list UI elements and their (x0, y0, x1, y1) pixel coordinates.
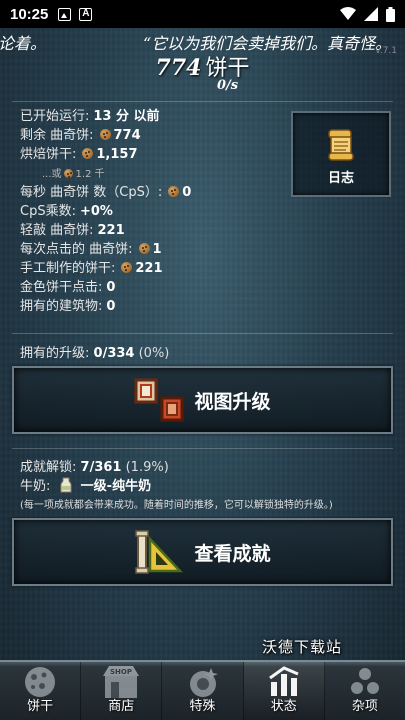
tab-misc[interactable]: 杂项 (325, 662, 405, 720)
cookie-count: 774 (155, 55, 202, 81)
tab-label: 状态 (270, 699, 297, 714)
stat-row: 烘焙饼干: 1,157 (20, 145, 290, 164)
bottom-tab-bar: 饼干 SHOP 商店 特殊 状态 杂项 (0, 660, 405, 720)
battery-icon (386, 6, 395, 22)
stat-row: 剩余 曲奇饼: 774 (20, 126, 290, 145)
stat-label: 每秒 曲奇饼 数（CpS）: (20, 185, 163, 200)
stat-value: +0% (79, 204, 113, 219)
wifi-icon (340, 7, 356, 20)
stat-value: 0 (182, 185, 192, 200)
achievements-percent: (1.9%) (125, 460, 169, 475)
stat-value: 221 (97, 223, 125, 238)
stat-row: 每秒 曲奇饼 数（CpS）: 0 (20, 183, 290, 202)
stat-label: 拥有的建筑物: (20, 299, 103, 314)
upgrades-label: 拥有的升级: (20, 346, 90, 361)
trophy-icon (135, 530, 184, 574)
signal-icon (364, 7, 378, 21)
stat-sub-label: ...或 (42, 169, 62, 180)
milk-label: 牛奶: (20, 479, 51, 494)
stat-value: 13 分 以前 (93, 109, 160, 124)
achievements-value: 7/361 (80, 460, 122, 475)
stat-label: 金色饼干点击: (20, 280, 103, 295)
divider (12, 333, 393, 334)
stat-label: 每次点击的 曲奇饼: (20, 242, 133, 257)
upgrades-icon (134, 378, 184, 422)
stat-row: 已开始运行: 13 分 以前 (20, 107, 290, 126)
app-notification-icon: A (79, 7, 93, 21)
stat-sub-value: 1.2 千 (75, 169, 105, 180)
divider (12, 448, 393, 449)
svg-text:SHOP: SHOP (110, 668, 132, 676)
upgrades-percent: (0%) (138, 346, 170, 361)
view-upgrades-button[interactable]: 视图升级 (12, 366, 393, 434)
stat-label: 已开始运行: (20, 109, 90, 124)
stat-row: 金色饼干点击: 0 (20, 278, 290, 297)
tab-label: 饼干 (27, 699, 54, 714)
stats-list: 已开始运行: 13 分 以前剩余 曲奇饼: 774 烘焙饼干: 1,157 ...或 1.2… (20, 107, 290, 316)
stat-value: 221 (135, 261, 163, 276)
stat-value: 774 (113, 128, 141, 143)
upgrades-owned: 拥有的升级: 0/334 (0%) (20, 342, 169, 361)
stat-row: 手工制作的饼干: 221 (20, 259, 290, 278)
achievements-section: 成就解锁: 7/361 (1.9%) 牛奶: 一级-纯牛奶 (每一项成就都会带来… (20, 458, 333, 515)
cookie-icon (138, 243, 150, 254)
tab-cookie[interactable]: 饼干 (0, 662, 82, 720)
stat-row: CpS乘数: +0% (20, 202, 290, 221)
view-achievements-label: 查看成就 (194, 542, 271, 565)
cookie-icon (168, 186, 180, 197)
image-notification-icon (58, 7, 72, 21)
stat-value: 0 (106, 299, 116, 314)
tab-label: 杂项 (351, 699, 378, 714)
upgrades-value: 0/334 (93, 346, 135, 361)
clock: 10:25 (10, 5, 49, 23)
log-button[interactable]: 日志 (291, 111, 391, 197)
achievements-label: 成就解锁: (20, 460, 77, 475)
tab-special[interactable]: 特殊 (162, 662, 244, 720)
tab-label: 商店 (108, 699, 135, 714)
tab-label: 特殊 (189, 699, 216, 714)
cookie-icon (63, 169, 73, 178)
divider (12, 101, 393, 102)
view-upgrades-label: 视图升级 (194, 390, 271, 413)
tab-stats[interactable]: 状态 (243, 662, 325, 720)
stat-label: CpS乘数: (20, 204, 76, 219)
watermark: 沃德下载站 (262, 638, 343, 656)
stat-label: 手工制作的饼干: (20, 261, 116, 276)
status-bar: 10:25 A (0, 0, 405, 28)
stat-row: 拥有的建筑物: 0 (20, 297, 290, 316)
stat-value: 1,157 (96, 147, 138, 162)
stat-label: 烘焙饼干: (20, 147, 77, 162)
cookie-icon (99, 129, 111, 140)
stat-value: 0 (106, 280, 116, 295)
cookies-per-second: 0/s (216, 78, 239, 93)
cookie-counter: 774 饼干 0/s (0, 50, 405, 93)
stat-label: 剩余 曲奇饼: (20, 128, 94, 143)
stat-value: 1 (152, 242, 162, 257)
log-button-label: 日志 (327, 171, 354, 186)
achievements-note: (每一项成就都会带来成功。随着时间的推移，它可以解锁独特的升级。) (20, 500, 333, 511)
cookie-icon (121, 262, 133, 273)
scroll-icon (328, 129, 354, 161)
stat-row: ...或 1.2 千 (20, 164, 290, 183)
stat-label: 轻敲 曲奇饼: (20, 223, 94, 238)
stat-row: 每次点击的 曲奇饼: 1 (20, 240, 290, 259)
milk-icon (60, 477, 72, 493)
tab-shop[interactable]: SHOP 商店 (81, 662, 163, 720)
stat-row: 轻敲 曲奇饼: 221 (20, 221, 290, 240)
milk-value: 一级-纯牛奶 (80, 479, 152, 494)
view-achievements-button[interactable]: 查看成就 (12, 518, 393, 586)
cookie-icon (82, 148, 94, 159)
